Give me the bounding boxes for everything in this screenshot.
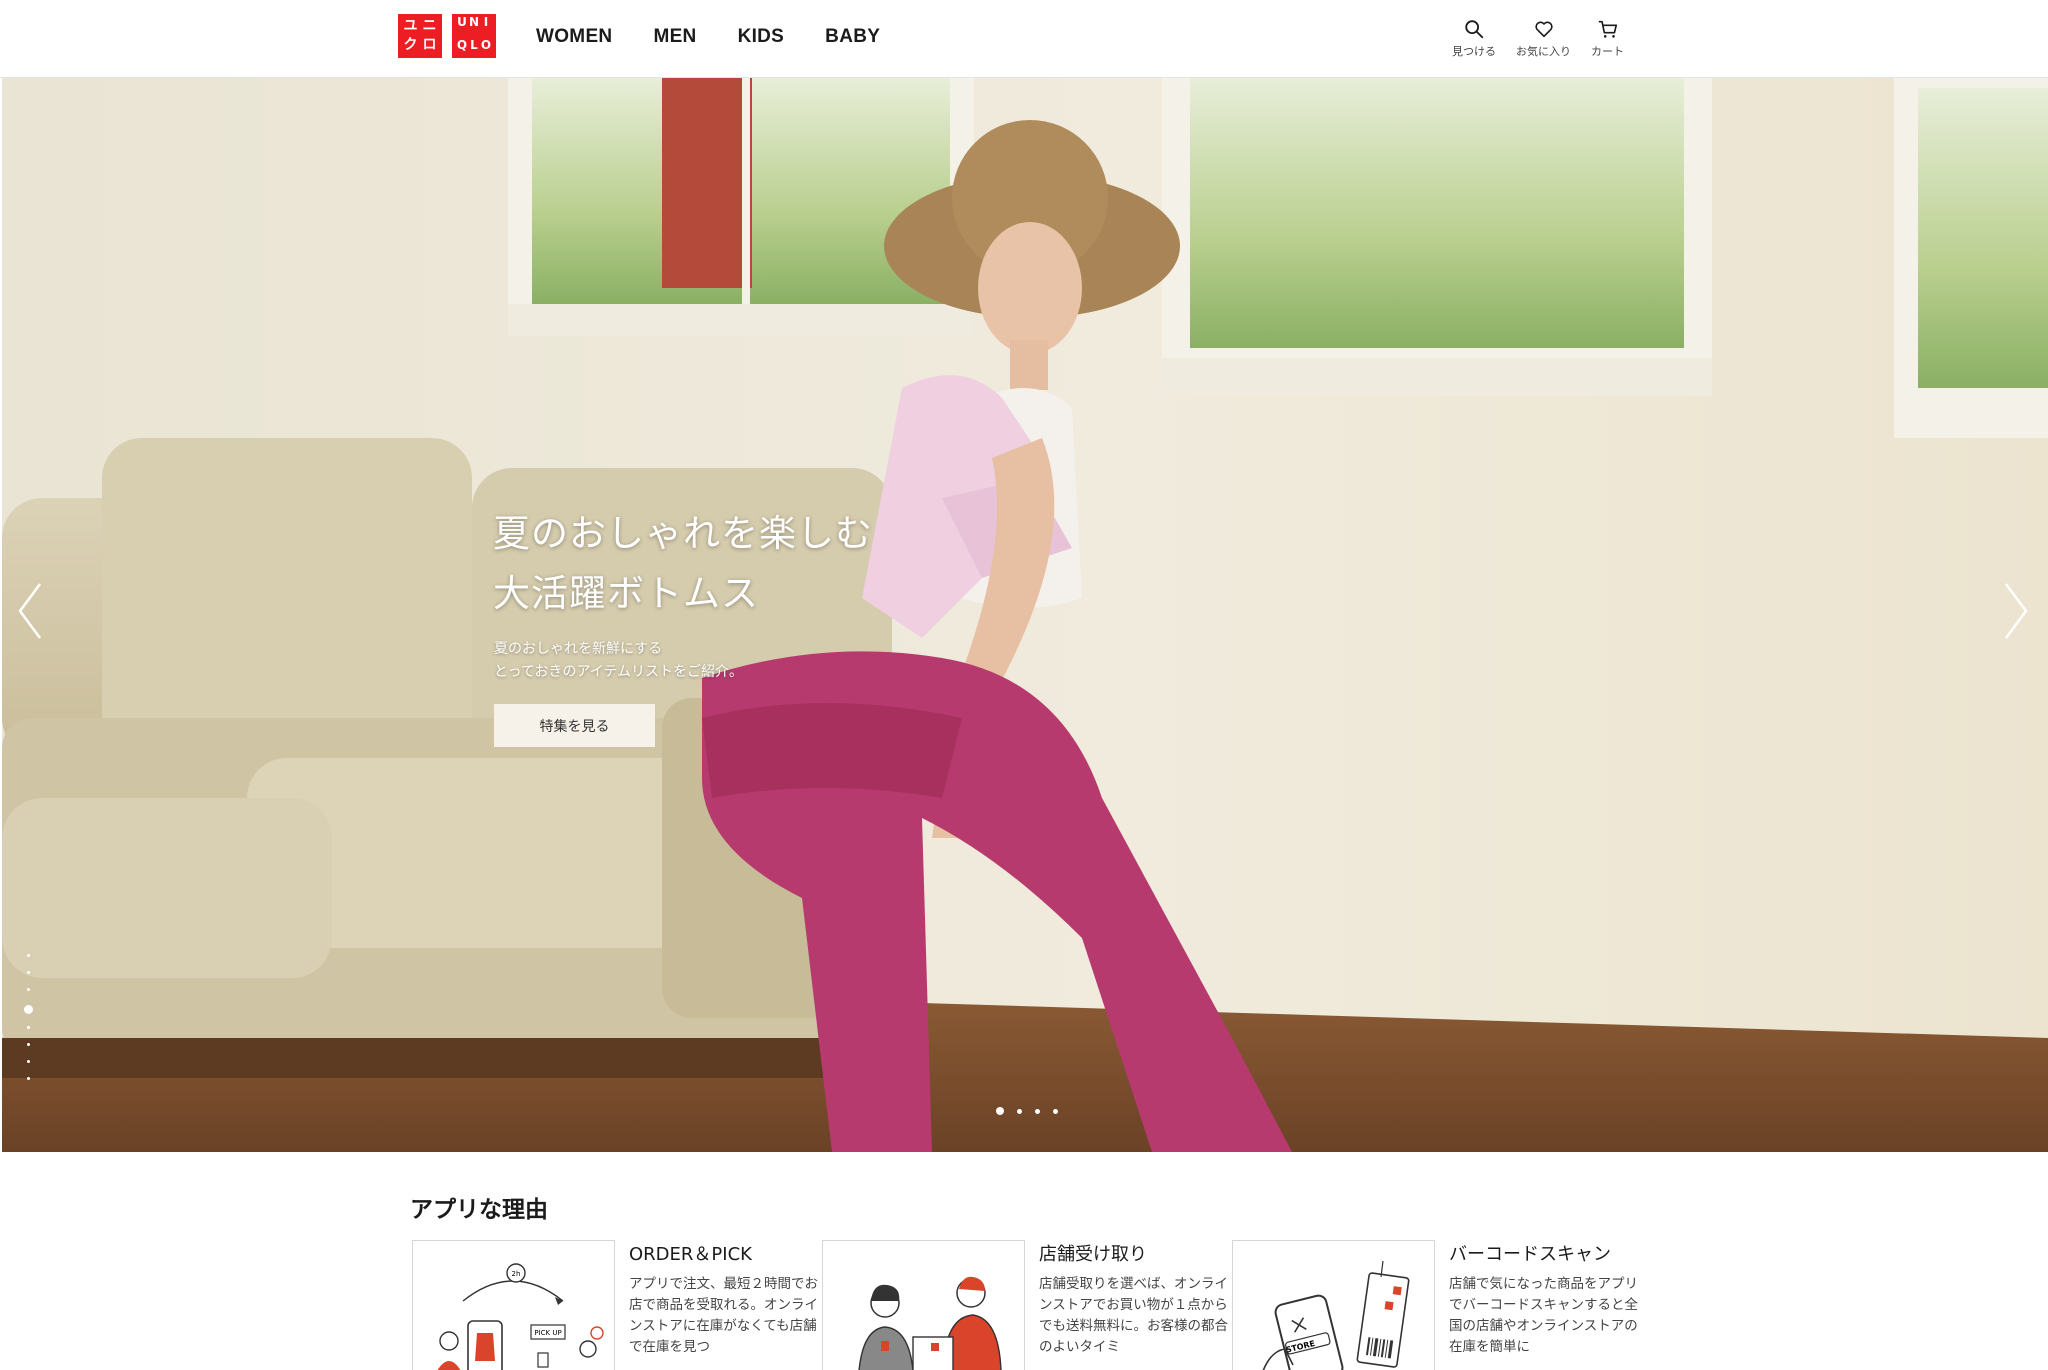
hero-carousel: 夏のおしゃれを楽しむ 大活躍ボトムス 夏のおしゃれを新鮮にする とっておきのアイ… [2, 78, 2048, 1152]
pick-up-text: PICK UP [534, 1329, 561, 1337]
barcode-scan-title: バーコードスキャン [1449, 1244, 1611, 1265]
vertical-pagination-dot[interactable] [26, 971, 30, 974]
order-pick-illustration: 2h PICK UP [412, 1240, 615, 1370]
horizontal-pagination-dot[interactable] [1035, 1108, 1040, 1114]
vertical-pagination-dot[interactable] [26, 1060, 30, 1063]
hero-cta-button[interactable]: 特集を見る [494, 704, 655, 747]
uniqlo-logo-katakana[interactable]: ユ ニ ク ロ [398, 14, 442, 58]
vertical-pagination-dot[interactable] [26, 954, 30, 957]
nav-kids[interactable]: KIDS [738, 26, 785, 48]
reason-card-order-pick[interactable]: 2h PICK UP ORDER＆PICK アプリで注文、最短２時間でお店で商品… [412, 1240, 822, 1370]
vertical-pagination-dot[interactable] [23, 1005, 33, 1014]
store-pickup-illustration [822, 1240, 1025, 1370]
logo-char: ク [403, 37, 418, 53]
horizontal-pagination [996, 1107, 1058, 1115]
vertical-pagination-dot[interactable] [26, 1026, 30, 1029]
store-pickup-title: 店舗受け取り [1039, 1244, 1147, 1265]
barcode-scan-image: STORE [1262, 1260, 1410, 1370]
utility-nav: 見つける お気に入り カート [1452, 18, 1644, 59]
logo-char: ユ [403, 18, 418, 34]
hero-title-line1: 夏のおしゃれを楽しむ [493, 512, 873, 555]
order-pick-title: ORDER＆PICK [629, 1244, 752, 1265]
search-label: 見つける [1452, 45, 1496, 58]
store-pickup-body: 店舗受取りを選べば、オンラインストアでお買い物が１点からでも送料無料に。お客様の… [1039, 1276, 1228, 1355]
horizontal-pagination-dot[interactable] [1017, 1108, 1022, 1114]
site-header: ユ ニ ク ロ U N I Q L O WOMEN MEN KIDS BABY … [0, 0, 2048, 78]
heart-icon [1534, 21, 1553, 38]
store-pickup-image [858, 1276, 1002, 1370]
logo-char: L [470, 38, 478, 52]
logo-char: ロ [422, 37, 437, 53]
vertical-pagination-dot[interactable] [26, 1043, 30, 1046]
reason-card-store-pickup[interactable]: 店舗受け取り 店舗受取りを選べば、オンラインストアでお買い物が１点からでも送料無… [822, 1240, 1232, 1370]
nav-women[interactable]: WOMEN [536, 26, 612, 48]
hero-title: 夏のおしゃれを楽しむ 大活躍ボトムス [493, 504, 873, 624]
logo-char: U [457, 15, 467, 29]
vertical-pagination [23, 954, 33, 1094]
order-pick-image: 2h PICK UP [437, 1263, 604, 1370]
app-reasons-title: アプリな理由 [410, 1197, 548, 1223]
logo-char: N [468, 15, 480, 29]
vertical-pagination-dot[interactable] [26, 988, 30, 991]
logo-char: I [483, 15, 489, 29]
favorites-label: お気に入り [1516, 45, 1571, 58]
horizontal-pagination-dot[interactable] [1053, 1108, 1058, 1114]
uniqlo-logo-latin[interactable]: U N I Q L O [452, 14, 496, 58]
cart-button[interactable]: カート [1591, 18, 1624, 59]
order-pick-time-text: 2h [512, 1270, 521, 1278]
hero-title-line2: 大活躍ボトムス [493, 572, 759, 615]
hero-desc-line2: とっておきのアイテムリストをご紹介。 [494, 664, 744, 680]
nav-baby[interactable]: BABY [825, 26, 880, 48]
barcode-scan-body: 店舗で気になった商品をアプリでバーコードスキャンすると全国の店舗やオンラインスト… [1449, 1276, 1638, 1355]
order-pick-body: アプリで注文、最短２時間でお店で商品を受取れる。オンラインストアに在庫がなくても… [629, 1276, 818, 1355]
logo-char: Q [456, 38, 468, 52]
carousel-next-arrow-icon[interactable] [1996, 576, 2036, 646]
carousel-prev-arrow-icon[interactable] [10, 576, 50, 646]
barcode-scan-illustration: STORE [1232, 1240, 1435, 1370]
cart-icon [1598, 20, 1617, 38]
hero-description: 夏のおしゃれを新鮮にする とっておきのアイテムリストをご紹介。 [494, 638, 743, 684]
favorites-button[interactable]: お気に入り [1516, 18, 1571, 59]
logo-char: ニ [422, 18, 437, 34]
main-nav: WOMEN MEN KIDS BABY [536, 26, 880, 48]
hero-desc-line1: 夏のおしゃれを新鮮にする [494, 641, 663, 657]
search-button[interactable]: 見つける [1452, 18, 1496, 59]
reason-card-barcode-scan[interactable]: STORE バーコードスキャン 店舗で気になった商品をアプリでバーコードスキャン… [1232, 1240, 1642, 1370]
hero-image [2, 78, 2048, 1152]
vertical-pagination-dot[interactable] [26, 1077, 30, 1080]
search-icon [1465, 20, 1484, 39]
horizontal-pagination-dot[interactable] [996, 1107, 1004, 1115]
cart-label: カート [1591, 45, 1624, 58]
nav-men[interactable]: MEN [653, 26, 696, 48]
logo-char: O [480, 38, 492, 52]
